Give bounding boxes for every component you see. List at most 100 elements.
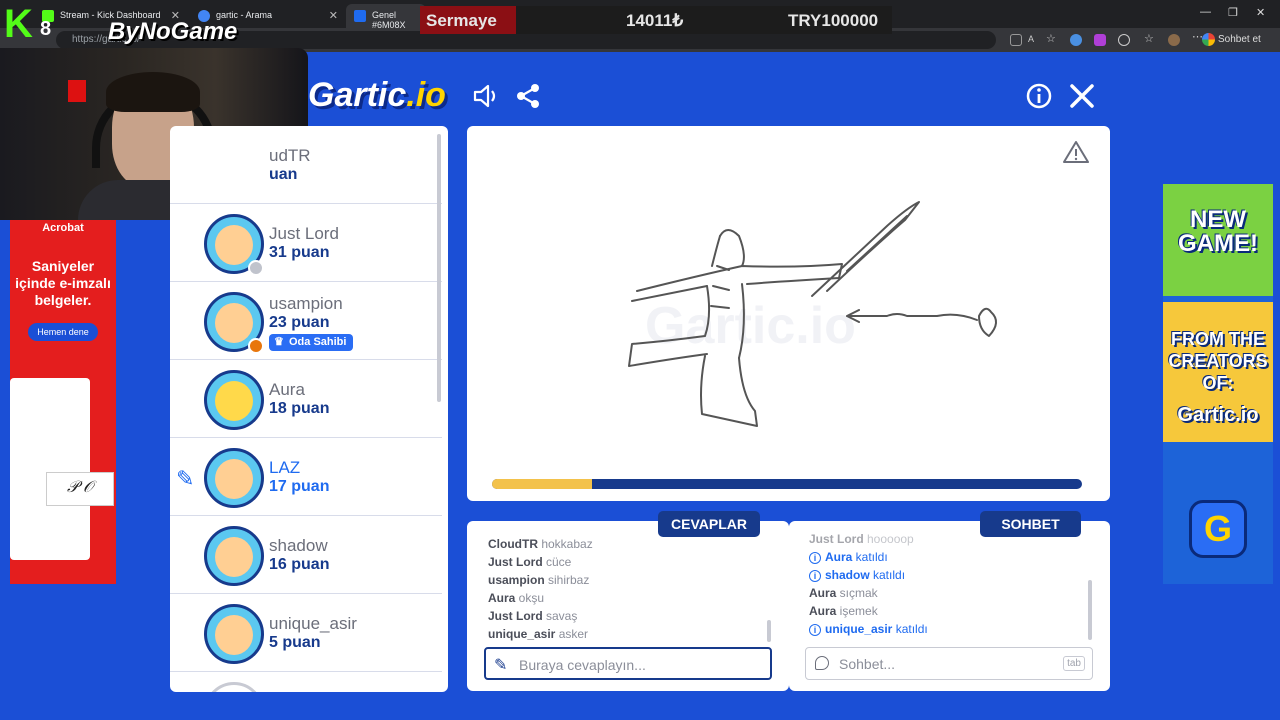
reader-icon[interactable]: A [1028,34,1040,46]
streamer-hair [106,72,200,112]
round-timer-bar [492,479,1082,489]
info-icon[interactable] [1025,82,1053,110]
answer-input[interactable]: ✎ Buraya cevaplayın... [484,647,772,680]
message-user: unique_asir [488,627,556,641]
ad-document-image [10,378,90,560]
player-name: shadow [269,536,328,555]
drawing-canvas[interactable]: Gartic.io [467,126,1110,501]
apps-icon[interactable] [1010,34,1022,46]
player-row: shadow 16 puan [170,516,442,594]
chat-input[interactable]: Sohbet... tab [805,647,1093,680]
message-user: Aura [488,591,516,605]
info-icon: i [809,552,821,564]
message-text: sıçmak [836,586,878,600]
favorite-star-icon[interactable]: ☆ [1046,32,1058,45]
message-row: Just Lord hooooop [809,530,928,548]
gartic-logo[interactable]: Gartic.io [308,76,446,115]
system-message: i Aura katıldı [809,548,928,566]
pencil-icon: ✎ [494,657,508,674]
chat-scrollbar[interactable] [1088,580,1092,640]
kick-count: 8 [40,18,52,40]
gartic-favicon-icon [354,10,366,22]
status-dot [248,260,264,276]
message-text: katıldı [852,550,888,564]
player-avatar [204,604,264,664]
answers-scrollbar[interactable] [767,620,771,642]
extension-icon[interactable] [1070,34,1082,46]
chat-placeholder: Sohbet... [839,656,896,672]
player-name: unique_asir [269,614,357,633]
avatar-face [215,537,253,577]
extension-icon[interactable] [1094,34,1106,46]
message-user: usampion [488,573,545,587]
turkish-flag-icon [68,80,86,102]
message-user: Just Lord [488,609,543,623]
player-avatar [204,370,264,430]
ticker-label: Sermaye [420,6,516,34]
left-ad[interactable]: Acrobat Saniyeler içinde e-imzalı belgel… [10,220,116,584]
avatar-face [215,225,253,265]
streamer-brand: ByNoGame [108,18,238,45]
player-row: Just Lord 31 puan [170,204,442,282]
sound-icon[interactable] [472,82,500,110]
ad-gartic-logo: Gartic.io [1177,404,1259,426]
profile-avatar-icon[interactable] [1168,34,1180,46]
close-window-icon[interactable]: ✕ [1256,6,1265,19]
message-row: usampion sihirbaz [488,571,593,589]
refresh-icon[interactable] [1118,34,1130,46]
minimize-icon[interactable]: — [1200,6,1211,18]
player-name: LAZ [269,458,301,477]
players-scrollbar[interactable] [437,134,441,402]
player-points: 31 puan [269,244,330,261]
ad-headline: Saniyeler içinde e-imzalı belgeler. [15,258,111,308]
player-points: 23 puan [269,314,330,331]
message-text: işemek [836,604,878,618]
message-text: cüce [542,555,572,569]
player-row: unique_asir 5 puan [170,594,442,672]
close-icon[interactable] [1068,82,1096,110]
ad-new-game-text: NEW GAME! [1178,206,1258,257]
message-user: unique_asir [825,622,893,636]
ticker-value: 14011₺ [626,11,684,30]
tab-gartic-room[interactable]: Genel #6M08X [346,4,426,30]
right-ad[interactable]: NEW GAME! FROM THE CREATORS OF: Gartic.i… [1163,184,1273,584]
message-text: katıldı [869,568,906,582]
player-avatar [204,526,264,586]
player-avatar [204,448,264,508]
player-row: Aura 18 puan [170,360,442,438]
share-icon[interactable] [514,82,542,110]
message-row: Aura işemek [809,602,928,620]
message-row: CloudTR hokkabaz [488,535,593,553]
chat-title: SOHBET [980,511,1081,537]
message-user: Aura [809,604,837,618]
ad-brand: Acrobat [42,222,84,234]
player-row: ✎ LAZ 17 puan [170,438,442,516]
collections-icon[interactable]: ☆ [1144,32,1156,45]
message-text: hooooop [863,532,914,546]
message-user: CloudTR [488,537,538,551]
ticker-target: TRY100000 [788,11,879,30]
message-text: katıldı [892,622,928,636]
message-user: Just Lord [488,555,543,569]
empty-avatar [204,682,264,692]
ad-app-icon[interactable]: G [1189,500,1247,558]
message-row: Just Lord cüce [488,553,593,571]
maximize-icon[interactable]: ❐ [1228,6,1238,19]
player-points: 17 puan [269,478,330,495]
ad-cta-button[interactable]: Hemen dene [28,323,98,341]
message-text: asker [555,627,589,641]
player-points: 5 puan [269,634,321,651]
avatar-face [215,459,253,499]
player-drawing [628,201,997,427]
ad-creators-text: FROM THE CREATORS OF: [1168,329,1268,393]
player-points: 18 puan [269,400,330,417]
message-user: shadow [825,568,870,582]
chat-list: Just Lord hooooop i Aura katıldı i shadow ka… [809,530,928,638]
player-points: 16 puan [269,556,330,573]
copilot-chat-button[interactable]: Sohbet et [1202,33,1261,46]
message-text: sihirbaz [544,573,590,587]
tab-close-icon[interactable]: ✕ [329,9,338,22]
player-name: udTR [269,146,311,165]
message-row: Aura sıçmak [809,584,928,602]
kick-logo: K 8 [4,4,51,44]
